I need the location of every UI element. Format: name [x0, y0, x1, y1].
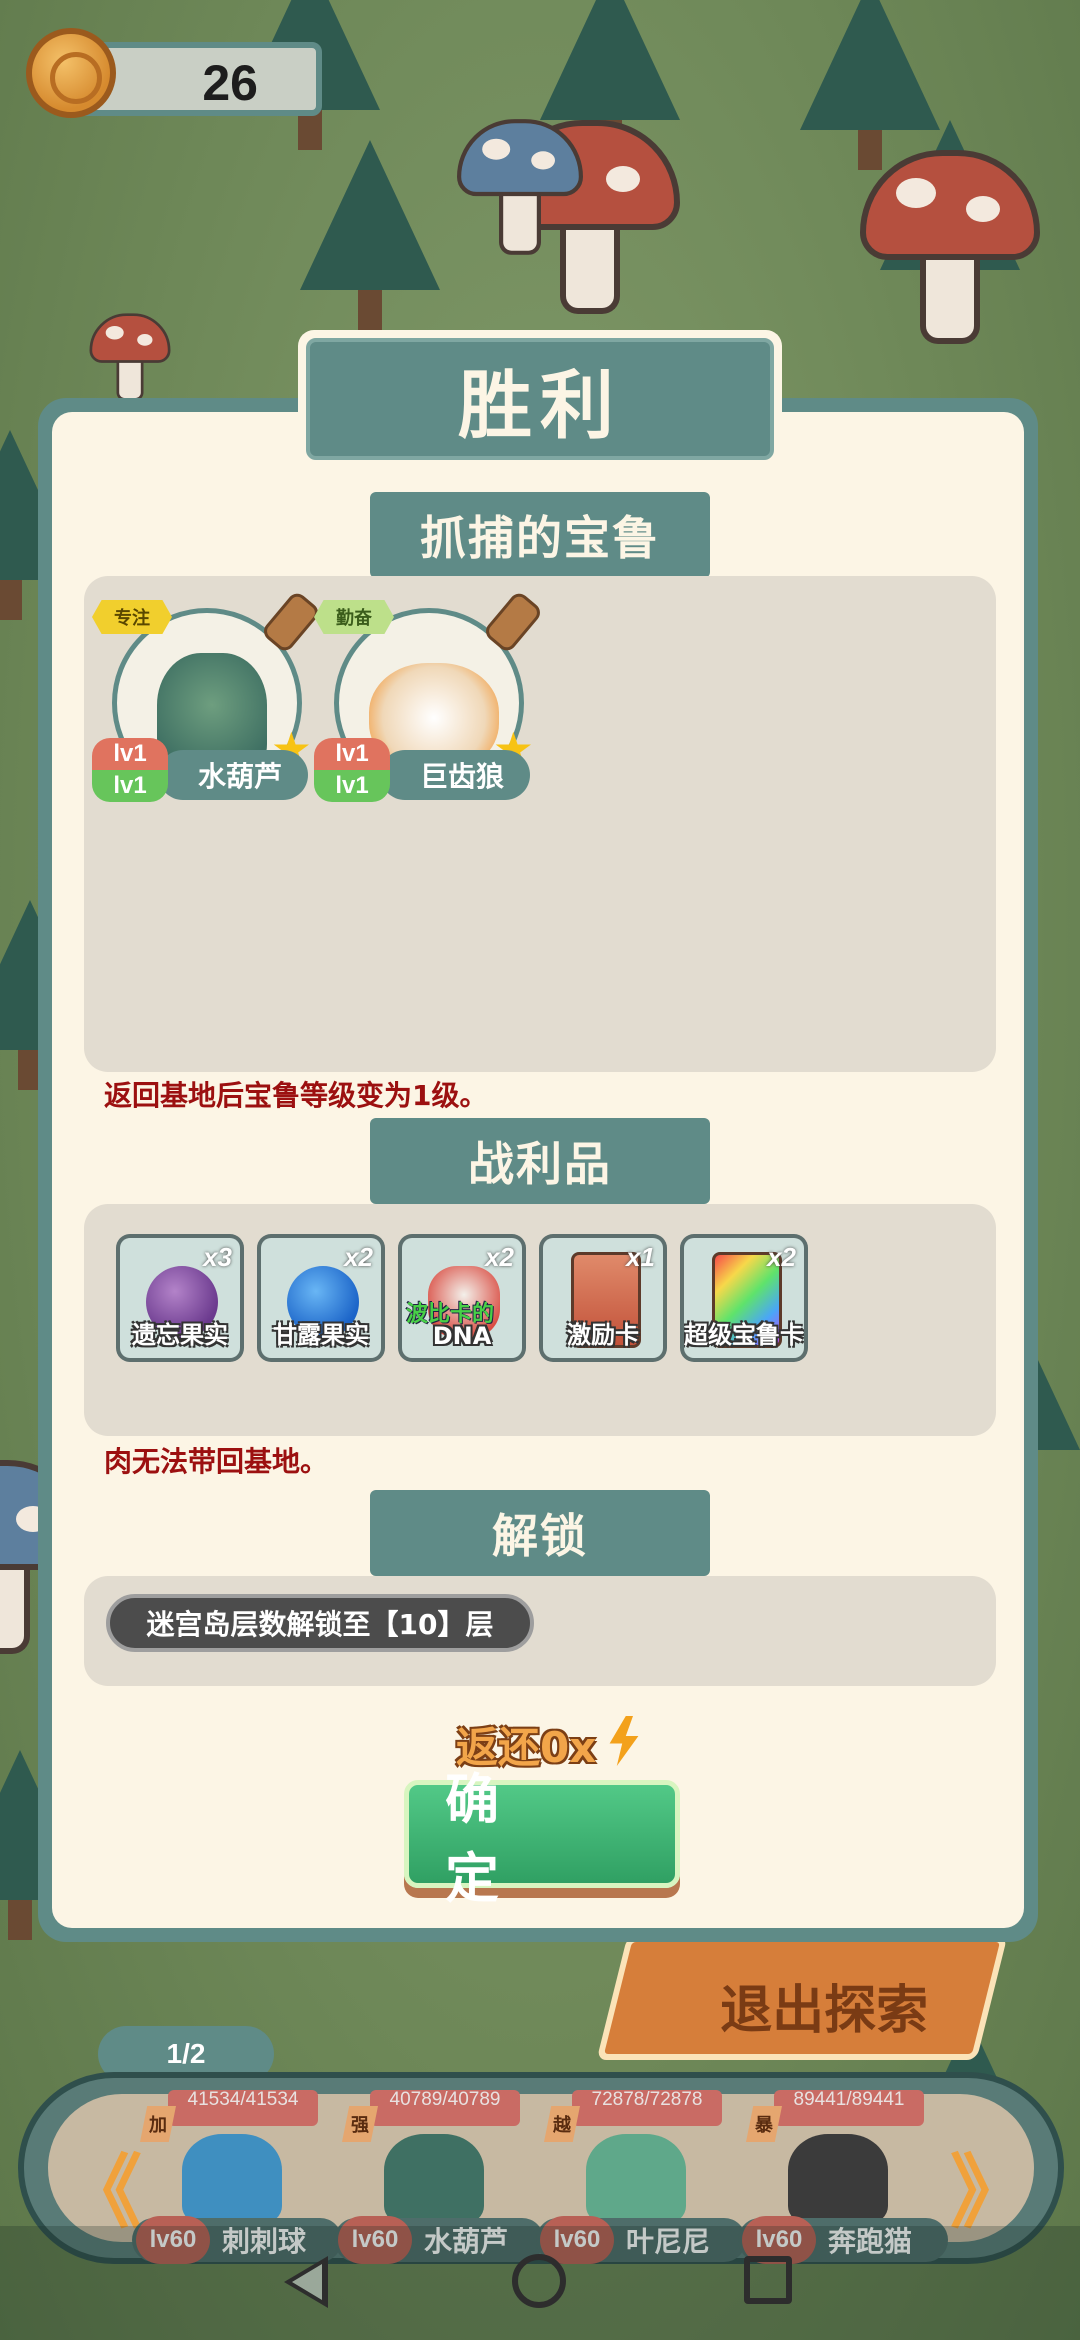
loot-item[interactable]: x3 遗忘果实 — [116, 1234, 244, 1362]
member-tag: 强 — [342, 2106, 378, 2142]
coin-value: 26 — [202, 55, 258, 111]
loot-item[interactable]: x2 甘露果实 — [257, 1234, 385, 1362]
loot-label: 甘露果实 — [273, 1321, 369, 1349]
loot-label: 遗忘果实 — [132, 1321, 228, 1349]
loot-qty: x1 — [626, 1242, 655, 1272]
member-hp: 89441/89441 — [774, 2090, 924, 2126]
pet-level-top: lv1 — [92, 738, 168, 770]
pet-trait-badge: 专注 — [92, 600, 172, 634]
member-sprite — [586, 2134, 686, 2224]
pet-trait-badge: 勤奋 — [314, 600, 394, 634]
pet-level-bottom: lv1 — [314, 770, 390, 802]
exit-explore-button[interactable]: 退出探索 — [596, 1936, 1008, 2060]
back-icon[interactable] — [284, 2256, 328, 2308]
dialog-title: 胜利 — [306, 338, 774, 460]
captured-pet-card[interactable]: 勤奋 ★ 巨齿狼 lv1 lv1 — [314, 589, 545, 830]
loot-item[interactable]: x1 激励卡 — [539, 1234, 667, 1362]
captured-note: 返回基地后宝鲁等级变为1级。 — [104, 1079, 488, 1112]
member-sprite — [384, 2134, 484, 2224]
loot-note: 肉无法带回基地。 — [104, 1445, 329, 1478]
captured-header: 抓捕的宝鲁 — [370, 492, 710, 578]
loot-qty: x2 — [485, 1242, 514, 1272]
member-sprite — [788, 2134, 888, 2224]
home-icon[interactable] — [512, 2254, 566, 2308]
member-tag: 加 — [140, 2106, 176, 2142]
member-tag: 暴 — [746, 2106, 782, 2142]
dialog-title-plate: 胜利 — [298, 330, 782, 468]
loot-item[interactable]: 波比卡的 x2 DNA — [398, 1234, 526, 1362]
loot-qty: x2 — [344, 1242, 373, 1272]
confirm-button[interactable]: 确 定 — [404, 1768, 680, 1910]
member-hp: 41534/41534 — [168, 2090, 318, 2126]
pet-level-bottom: lv1 — [92, 770, 168, 802]
captured-pet-card[interactable]: 专注 ★ 水葫芦 lv1 lv1 — [92, 589, 323, 830]
exit-explore-label: 退出探索 — [720, 1981, 929, 2041]
loot-label: DNA — [432, 1322, 492, 1350]
team-next-arrow-icon[interactable]: 》 — [950, 2153, 1030, 2233]
member-hp: 40789/40789 — [370, 2090, 520, 2126]
loot-item[interactable]: x2 超级宝鲁卡 — [680, 1234, 808, 1362]
unlock-chip: 迷宫岛层数解锁至【10】层 — [106, 1594, 534, 1652]
loot-label: 超级宝鲁卡 — [684, 1321, 804, 1349]
recent-apps-icon[interactable] — [744, 2256, 792, 2304]
pet-name: 巨齿狼 — [380, 750, 530, 800]
pet-level-top: lv1 — [314, 738, 390, 770]
loot-qty: x3 — [203, 1242, 232, 1272]
member-tag: 越 — [544, 2106, 580, 2142]
coin-icon — [26, 28, 116, 118]
loot-label: 激励卡 — [567, 1321, 639, 1349]
unlock-header: 解锁 — [370, 1490, 710, 1576]
system-navigation-bar — [0, 2226, 1080, 2340]
loot-header: 战利品 — [370, 1118, 710, 1204]
loot-qty: x2 — [767, 1242, 796, 1272]
member-sprite — [182, 2134, 282, 2224]
team-prev-arrow-icon[interactable]: 《 — [62, 2153, 142, 2233]
pet-name: 水葫芦 — [158, 750, 308, 800]
member-hp: 72878/72878 — [572, 2090, 722, 2126]
